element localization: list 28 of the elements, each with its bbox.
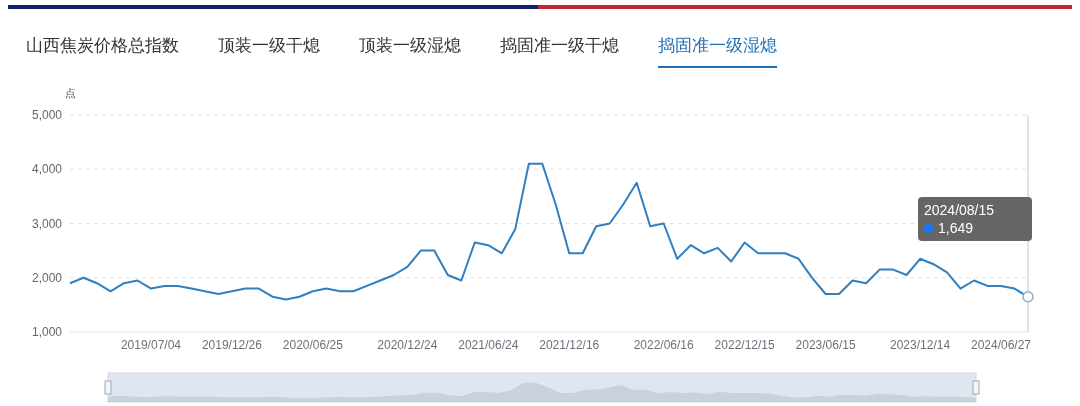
x-tick-label: 2024/06/27 (971, 338, 1032, 352)
tab[interactable]: 山西焦炭价格总指数 (26, 34, 179, 68)
slider-handle[interactable] (104, 380, 112, 395)
x-tick-label: 2021/12/16 (539, 338, 600, 352)
y-tick-label: 3,000 (31, 216, 62, 231)
tab[interactable]: 捣固准一级湿熄 (658, 34, 777, 68)
y-tick-label: 5,000 (31, 108, 62, 122)
tab[interactable]: 捣固准一级干熄 (500, 34, 619, 68)
x-tick-label: 2023/12/14 (890, 338, 951, 352)
axis-unit-label: 点 (65, 87, 76, 99)
data-point-marker (1022, 291, 1034, 303)
x-tick-label: 2022/12/15 (714, 338, 775, 352)
tooltip-value: 1,649 (938, 219, 974, 237)
x-tick-label: 2020/06/25 (282, 338, 343, 352)
x-tick-label: 2022/06/16 (633, 338, 694, 352)
x-tick-label: 2019/12/26 (201, 338, 262, 352)
tab[interactable]: 顶装一级干熄 (218, 34, 320, 68)
x-tick-label: 2020/12/24 (377, 338, 438, 352)
tooltip-date: 2024/08/15 (924, 201, 996, 219)
x-tick-label: 2019/07/04 (120, 338, 181, 352)
x-tick-label: 2023/06/15 (795, 338, 856, 352)
slider-handle[interactable] (972, 380, 980, 395)
tab[interactable]: 顶装一级湿熄 (359, 34, 461, 68)
y-tick-label: 4,000 (31, 162, 62, 177)
y-tick-label: 2,000 (31, 270, 62, 285)
y-tick-label: 1,000 (31, 325, 62, 339)
x-tick-label: 2021/06/24 (458, 338, 519, 352)
range-slider[interactable] (107, 372, 977, 403)
